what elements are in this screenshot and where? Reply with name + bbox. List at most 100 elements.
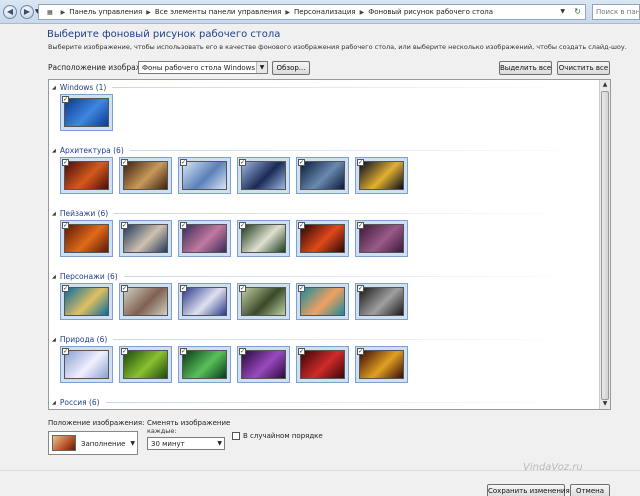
chevron-right-icon[interactable]: ▶ [285, 9, 290, 16]
wallpaper-checkbox[interactable]: ✓ [357, 285, 364, 292]
wallpaper-thumbnail[interactable]: ✓ [355, 409, 408, 410]
collapse-triangle-icon[interactable]: ◢ [52, 211, 56, 217]
wallpaper-checkbox[interactable]: ✓ [121, 285, 128, 292]
clear-all-button[interactable]: Очистить все [557, 61, 610, 75]
collapse-triangle-icon[interactable]: ◢ [52, 274, 56, 280]
wallpaper-thumbnail[interactable]: ✓ [178, 409, 231, 410]
wallpaper-thumbnail[interactable]: ✓ [355, 157, 408, 194]
wallpaper-checkbox[interactable]: ✓ [239, 285, 246, 292]
wallpaper-thumbnail[interactable]: ✓ [119, 157, 172, 194]
wallpaper-checkbox[interactable]: ✓ [62, 285, 69, 292]
wallpaper-thumbnail[interactable]: ✓ [119, 346, 172, 383]
interval-select[interactable]: 30 минут ▼ [147, 437, 225, 450]
wallpaper-checkbox[interactable]: ✓ [298, 159, 305, 166]
chevron-right-icon[interactable]: ▶ [360, 9, 365, 16]
wallpaper-checkbox[interactable]: ✓ [180, 348, 187, 355]
interval-sublabel: каждые: [147, 427, 177, 435]
group-header[interactable]: ◢ Windows (1) [52, 83, 583, 92]
collapse-triangle-icon[interactable]: ◢ [52, 337, 56, 343]
wallpaper-thumbnail[interactable]: ✓ [60, 157, 113, 194]
refresh-icon[interactable]: ↻ [574, 5, 581, 19]
wallpaper-thumbnail[interactable]: ✓ [60, 94, 113, 131]
wallpaper-checkbox[interactable]: ✓ [62, 96, 69, 103]
wallpaper-checkbox[interactable]: ✓ [180, 285, 187, 292]
scrollbar-thumb[interactable] [601, 91, 609, 400]
chevron-down-icon[interactable]: ▼ [560, 5, 565, 19]
group-header[interactable]: ◢ Россия (6) [52, 398, 576, 407]
wallpaper-gallery[interactable]: ◢ Windows (1) ✓ ◢ Архитектура (6) ✓ ✓ ✓ ✓ ✓ ✓ ◢ Пейз… [48, 79, 611, 410]
wallpaper-thumbnail[interactable]: ✓ [60, 346, 113, 383]
wallpaper-checkbox[interactable]: ✓ [357, 159, 364, 166]
group-header[interactable]: ◢ Архитектура (6) [52, 146, 600, 155]
vertical-scrollbar[interactable]: ▲ ▼ [599, 80, 610, 409]
shuffle-option[interactable]: В случайном порядке [232, 432, 323, 440]
wallpaper-checkbox[interactable]: ✓ [298, 348, 305, 355]
group-header[interactable]: ◢ Природа (6) [52, 335, 584, 344]
position-select[interactable]: Заполнение ▼ [48, 431, 138, 455]
wallpaper-thumbnail[interactable]: ✓ [355, 283, 408, 320]
select-all-button[interactable]: Выделить все [499, 61, 552, 75]
wallpaper-thumbnail[interactable]: ✓ [237, 346, 290, 383]
wallpaper-thumbnail[interactable]: ✓ [60, 283, 113, 320]
back-button[interactable]: ◀ [3, 4, 17, 19]
group-header[interactable]: ◢ Пейзажи (6) [52, 209, 585, 218]
wallpaper-thumbnail[interactable]: ✓ [296, 220, 349, 257]
wallpaper-thumbnail[interactable]: ✓ [355, 346, 408, 383]
collapse-triangle-icon[interactable]: ◢ [52, 148, 56, 154]
location-select[interactable]: Фоны рабочего стола Windows ▼ [138, 61, 268, 74]
save-button[interactable]: Сохранить изменения [487, 484, 570, 496]
wallpaper-image [359, 350, 404, 379]
scroll-down-icon[interactable]: ▼ [600, 399, 610, 409]
wallpaper-checkbox[interactable]: ✓ [239, 348, 246, 355]
wallpaper-thumbnail[interactable]: ✓ [178, 346, 231, 383]
breadcrumb-item[interactable]: Фоновый рисунок рабочего стола [368, 8, 493, 16]
group-header[interactable]: ◢ Персонажи (6) [52, 272, 594, 281]
wallpaper-thumbnail[interactable]: ✓ [237, 409, 290, 410]
breadcrumb[interactable]: ▦ ▶ Панель управления ▶ Все элементы пан… [38, 4, 586, 20]
collapse-triangle-icon[interactable]: ◢ [52, 85, 56, 91]
wallpaper-thumbnail[interactable]: ✓ [119, 220, 172, 257]
wallpaper-checkbox[interactable]: ✓ [357, 222, 364, 229]
wallpaper-checkbox[interactable]: ✓ [180, 222, 187, 229]
wallpaper-thumbnail[interactable]: ✓ [296, 283, 349, 320]
wallpaper-checkbox[interactable]: ✓ [62, 222, 69, 229]
wallpaper-thumbnail[interactable]: ✓ [119, 283, 172, 320]
wallpaper-checkbox[interactable]: ✓ [298, 285, 305, 292]
wallpaper-thumbnail[interactable]: ✓ [178, 220, 231, 257]
breadcrumb-item[interactable]: Персонализация [294, 8, 356, 16]
forward-button[interactable]: ▶ [20, 4, 34, 19]
wallpaper-thumbnail[interactable]: ✓ [60, 409, 113, 410]
chevron-right-icon[interactable]: ▶ [61, 9, 66, 16]
wallpaper-checkbox[interactable]: ✓ [298, 222, 305, 229]
browse-button[interactable]: Обзор... [272, 61, 310, 75]
wallpaper-checkbox[interactable]: ✓ [121, 159, 128, 166]
wallpaper-thumbnail[interactable]: ✓ [296, 346, 349, 383]
breadcrumb-item[interactable]: Все элементы панели управления [155, 8, 282, 16]
wallpaper-thumbnail[interactable]: ✓ [237, 283, 290, 320]
wallpaper-checkbox[interactable]: ✓ [239, 222, 246, 229]
wallpaper-thumbnail[interactable]: ✓ [237, 220, 290, 257]
wallpaper-thumbnail[interactable]: ✓ [178, 157, 231, 194]
cancel-button[interactable]: Отмена [570, 484, 610, 496]
wallpaper-checkbox[interactable]: ✓ [121, 348, 128, 355]
wallpaper-thumbnail[interactable]: ✓ [60, 220, 113, 257]
chevron-right-icon[interactable]: ▶ [146, 9, 151, 16]
breadcrumb-item[interactable]: Панель управления [69, 8, 142, 16]
wallpaper-checkbox[interactable]: ✓ [239, 159, 246, 166]
scroll-up-icon[interactable]: ▲ [600, 80, 610, 90]
wallpaper-thumbnail[interactable]: ✓ [355, 220, 408, 257]
wallpaper-checkbox[interactable]: ✓ [357, 348, 364, 355]
wallpaper-thumbnail[interactable]: ✓ [178, 283, 231, 320]
search-input[interactable]: Поиск в панели [592, 4, 640, 20]
collapse-triangle-icon[interactable]: ◢ [52, 400, 56, 406]
wallpaper-checkbox[interactable]: ✓ [62, 159, 69, 166]
wallpaper-checkbox[interactable]: ✓ [121, 222, 128, 229]
wallpaper-checkbox[interactable]: ✓ [62, 348, 69, 355]
wallpaper-thumbnail[interactable]: ✓ [237, 157, 290, 194]
wallpaper-thumbnail[interactable]: ✓ [296, 157, 349, 194]
wallpaper-checkbox[interactable]: ✓ [180, 159, 187, 166]
wallpaper-image [64, 287, 109, 316]
wallpaper-thumbnail[interactable]: ✓ [119, 409, 172, 410]
wallpaper-thumbnail[interactable]: ✓ [296, 409, 349, 410]
shuffle-checkbox[interactable] [232, 432, 240, 440]
